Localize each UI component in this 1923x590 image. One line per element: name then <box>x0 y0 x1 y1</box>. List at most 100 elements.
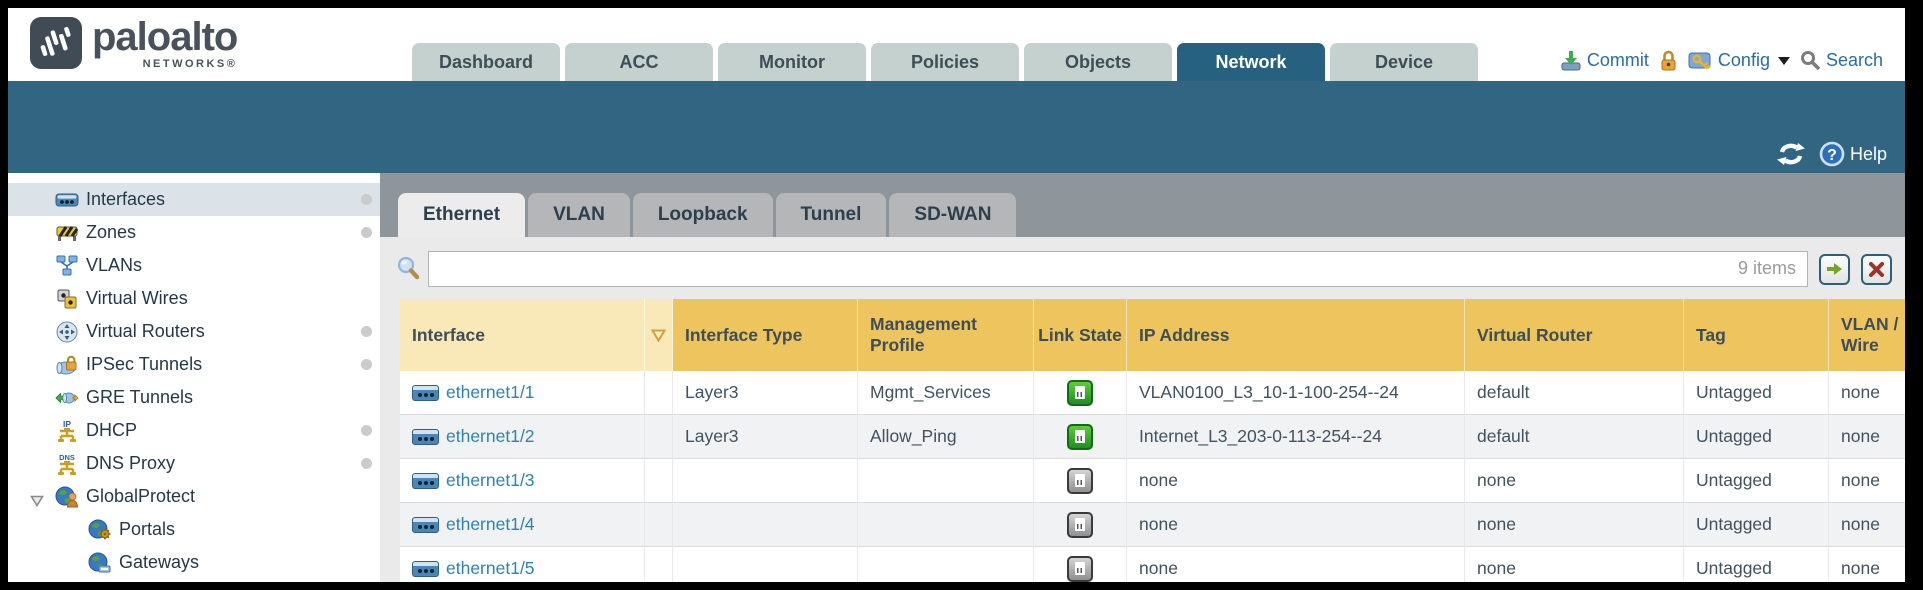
refresh-icon[interactable] <box>1777 142 1805 166</box>
search-icon <box>1800 50 1821 71</box>
table-row[interactable]: ethernet1/4 none none Untagged none <box>400 503 1905 547</box>
col-ip-address[interactable]: IP Address <box>1127 299 1465 371</box>
ethernet-interface-icon <box>412 517 439 533</box>
virtual-wires-icon <box>55 288 79 310</box>
cell-virtual-router: none <box>1465 547 1684 582</box>
cell-vlan-wire: none <box>1829 415 1905 459</box>
gre-tunnels-icon <box>55 387 79 409</box>
interfaces-icon <box>55 189 79 211</box>
portals-icon <box>88 519 112 541</box>
commit-label: Commit <box>1587 50 1649 71</box>
col-interface-type[interactable]: Interface Type <box>673 299 858 371</box>
col-link-state[interactable]: Link State <box>1034 299 1127 371</box>
cell-tag: Untagged <box>1684 547 1829 582</box>
filter-input[interactable] <box>428 251 1808 287</box>
cell-ip-address: Internet_L3_203-0-113-254--24 <box>1127 415 1465 459</box>
col-vlan-wire[interactable]: VLAN / Wire <box>1829 299 1905 371</box>
table-header-row: Interface Interface Type Management Prof… <box>400 299 1905 371</box>
sidebar-item-globalprotect[interactable]: GlobalProtect <box>8 480 380 513</box>
sidebar-item-dns-proxy[interactable]: DNS DNS Proxy <box>8 447 380 480</box>
table-row[interactable]: ethernet1/5 none none Untagged none <box>400 547 1905 582</box>
help-label: Help <box>1850 144 1887 165</box>
config-icon <box>1688 50 1713 71</box>
sidebar-item-virtual-wires[interactable]: Virtual Wires <box>8 282 380 315</box>
paloalto-logo-icon <box>30 17 82 69</box>
cell-interface-type <box>673 503 858 547</box>
help-button[interactable]: ? Help <box>1819 141 1887 167</box>
sidebar-item-label: DHCP <box>86 420 137 441</box>
cell-vlan-wire: none <box>1829 459 1905 503</box>
tab-device[interactable]: Device <box>1330 43 1478 81</box>
status-dot <box>361 359 372 370</box>
tab-ethernet[interactable]: Ethernet <box>398 193 525 237</box>
sidebar-item-label: Interfaces <box>86 189 165 210</box>
apply-filter-button[interactable] <box>1819 254 1850 285</box>
tab-tunnel[interactable]: Tunnel <box>776 193 887 237</box>
tab-loopback[interactable]: Loopback <box>633 193 773 237</box>
sidebar-item-gateways[interactable]: Gateways <box>8 546 380 579</box>
cell-ip-address: none <box>1127 547 1465 582</box>
cell-mgmt-profile <box>858 547 1034 582</box>
cell-tag: Untagged <box>1684 503 1829 547</box>
interface-link[interactable]: ethernet1/1 <box>446 382 535 403</box>
cell-mgmt-profile: Allow_Ping <box>858 415 1034 459</box>
col-management-profile[interactable]: Management Profile <box>858 299 1034 371</box>
table-row[interactable]: ethernet1/1 Layer3 Mgmt_Services VLAN010… <box>400 371 1905 415</box>
commit-button[interactable]: Commit <box>1560 50 1649 71</box>
tab-objects[interactable]: Objects <box>1024 43 1172 81</box>
status-dot <box>361 326 372 337</box>
sidebar-item-label: GlobalProtect <box>86 486 195 507</box>
cell-vlan-wire: none <box>1829 547 1905 582</box>
link-state-icon <box>1067 556 1093 582</box>
cell-ip-address: VLAN0100_L3_10-1-100-254--24 <box>1127 371 1465 415</box>
interface-link[interactable]: ethernet1/3 <box>446 470 535 491</box>
config-menu[interactable]: Config <box>1688 50 1790 71</box>
green-arrow-icon <box>1826 262 1843 276</box>
tab-policies[interactable]: Policies <box>871 43 1019 81</box>
sidebar-item-partial[interactable] <box>8 579 380 582</box>
sidebar-item-virtual-routers[interactable]: Virtual Routers <box>8 315 380 348</box>
config-label: Config <box>1718 50 1770 71</box>
search-button[interactable]: Search <box>1800 50 1883 71</box>
table-row[interactable]: ethernet1/2 Layer3 Allow_Ping Internet_L… <box>400 415 1905 459</box>
globalprotect-icon <box>55 486 79 508</box>
sidebar-item-gre-tunnels[interactable]: GRE Tunnels <box>8 381 380 414</box>
cell-ip-address: none <box>1127 503 1465 547</box>
clear-filter-button[interactable] <box>1861 254 1892 285</box>
tab-dashboard[interactable]: Dashboard <box>412 43 560 81</box>
tab-sdwan[interactable]: SD-WAN <box>889 193 1016 237</box>
cell-mgmt-profile <box>858 459 1034 503</box>
sidebar-item-vlans[interactable]: VLANs <box>8 249 380 282</box>
svg-text:?: ? <box>1827 147 1837 164</box>
sort-menu-cell[interactable] <box>645 299 673 371</box>
sidebar-item-ipsec-tunnels[interactable]: IPSec Tunnels <box>8 348 380 381</box>
sidebar-item-dhcp[interactable]: IP DHCP <box>8 414 380 447</box>
link-state-icon <box>1067 424 1093 450</box>
col-virtual-router[interactable]: Virtual Router <box>1465 299 1684 371</box>
tab-network[interactable]: Network <box>1177 43 1325 81</box>
sidebar-item-zones[interactable]: Zones <box>8 216 380 249</box>
interface-link[interactable]: ethernet1/4 <box>446 514 535 535</box>
filter-magnifier-icon[interactable] <box>396 256 422 282</box>
cell-interface-type <box>673 547 858 582</box>
table-row[interactable]: ethernet1/3 none none Untagged none <box>400 459 1905 503</box>
collapse-triangle-icon[interactable] <box>30 491 44 512</box>
tab-vlan[interactable]: VLAN <box>528 193 630 237</box>
ethernet-interface-icon <box>412 473 439 489</box>
sidebar-item-portals[interactable]: Portals <box>8 513 380 546</box>
interface-link[interactable]: ethernet1/5 <box>446 558 535 579</box>
red-x-icon <box>1869 262 1884 277</box>
tab-acc[interactable]: ACC <box>565 43 713 81</box>
virtual-routers-icon <box>55 321 79 343</box>
ethernet-interface-icon <box>412 385 439 401</box>
subtab-strip: Ethernet VLAN Loopback Tunnel SD-WAN <box>380 173 1905 237</box>
col-interface[interactable]: Interface <box>400 299 645 371</box>
sidebar-item-interfaces[interactable]: Interfaces <box>8 183 380 216</box>
logo-subtitle: NETWORKS® <box>92 59 237 70</box>
sidebar-item-label: Portals <box>119 519 175 540</box>
tab-monitor[interactable]: Monitor <box>718 43 866 81</box>
lock-icon[interactable] <box>1659 49 1678 72</box>
sort-triangle-icon <box>651 329 666 342</box>
col-tag[interactable]: Tag <box>1684 299 1829 371</box>
interface-link[interactable]: ethernet1/2 <box>446 426 535 447</box>
